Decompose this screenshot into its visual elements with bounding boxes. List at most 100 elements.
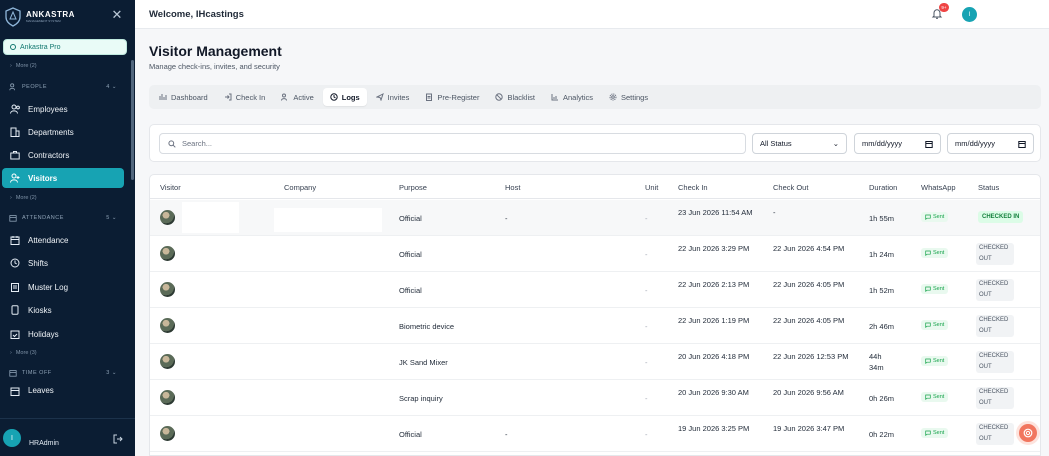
table-row[interactable]: Official - - 23 Jun 2026 11:54 AM - 1h 55m Sen… — [150, 200, 1040, 236]
table-row[interactable]: Biometric device - 22 Jun 2026 1:19 PM 22 J… — [150, 308, 1040, 344]
filter-bar: All Status ⌄ mm/dd/yyyy mm/dd/yyyy — [149, 124, 1041, 162]
tab-bar: Dashboard Check In Active Logs Invites P… — [149, 85, 1041, 109]
logout-icon[interactable] — [113, 434, 123, 444]
check-out-cell: 22 Jun 2026 4:05 PM — [773, 280, 845, 289]
section-time-off[interactable]: TIME OFF 3 ⌄ — [9, 369, 117, 377]
col-host[interactable]: Host — [505, 183, 520, 192]
table-row[interactable]: JK Sand Mixer - 20 Jun 2026 4:18 PM 22 Jun … — [150, 344, 1040, 380]
calendar-icon — [9, 370, 17, 377]
col-company[interactable]: Company — [284, 183, 316, 192]
date-to-input[interactable]: mm/dd/yyyy — [947, 133, 1034, 154]
table-row[interactable]: Official - 22 Jun 2026 3:29 PM 22 Jun 2026 … — [150, 236, 1040, 272]
table-row[interactable]: Official - 22 Jun 2026 2:13 PM 22 Jun 2026 … — [150, 272, 1040, 308]
clipboard-icon — [426, 93, 433, 101]
host-cell: - — [505, 214, 508, 223]
col-visitor[interactable]: Visitor — [160, 183, 181, 192]
search-box[interactable] — [159, 133, 746, 154]
chevron-right-icon: › — [10, 195, 12, 201]
sidebar-item-employees[interactable]: Employees — [2, 99, 124, 119]
chart-icon — [551, 94, 558, 101]
tab-active[interactable]: Active — [274, 88, 320, 106]
duration-cell: 0h 22m — [869, 430, 895, 439]
whatsapp-icon — [925, 358, 931, 364]
page-title: Visitor Management — [149, 43, 282, 59]
purpose-cell: Official — [399, 286, 422, 295]
date-from-input[interactable]: mm/dd/yyyy — [854, 133, 941, 154]
company-redacted — [274, 388, 382, 412]
tab-check-in[interactable]: Check In — [217, 88, 273, 106]
login-icon — [224, 93, 232, 101]
status-badge: CHECKED OUT — [976, 423, 1014, 445]
briefcase-icon — [10, 151, 20, 160]
whatsapp-badge: Sent — [921, 212, 949, 222]
chevron-right-icon: › — [10, 350, 12, 356]
more-people[interactable]: › More (2) — [10, 195, 37, 201]
unit-cell: - — [645, 358, 648, 367]
tab-settings[interactable]: Settings — [602, 88, 655, 106]
user-avatar[interactable]: I — [3, 429, 21, 447]
sidebar-item-holidays[interactable]: Holidays — [2, 324, 124, 344]
tab-blacklist[interactable]: Blacklist — [488, 88, 542, 106]
visitor-photo — [160, 390, 175, 405]
more-attendance[interactable]: › More (3) — [10, 350, 37, 356]
section-attendance[interactable]: ATTENDANCE 5 ⌄ — [9, 214, 117, 222]
check-in-cell: 23 Jun 2026 11:54 AM — [678, 208, 753, 217]
plan-badge[interactable]: Ankastra Pro — [3, 39, 127, 55]
sidebar-item-contractors[interactable]: Contractors — [2, 145, 124, 165]
top-user-menu[interactable] — [982, 7, 1034, 22]
sidebar-item-attendance[interactable]: Attendance — [2, 230, 124, 250]
status-badge: CHECKED OUT — [976, 243, 1014, 265]
search-input[interactable] — [182, 139, 722, 148]
col-check-in[interactable]: Check In — [678, 183, 708, 192]
sidebar-item-visitors[interactable]: Visitors — [2, 168, 124, 188]
sidebar-item-shifts[interactable]: Shifts — [2, 253, 124, 273]
visitor-logs-table: Visitor Company Purpose Host Unit Check … — [149, 174, 1041, 456]
col-duration[interactable]: Duration — [869, 183, 897, 192]
calendar-icon[interactable] — [1018, 140, 1026, 148]
col-whatsapp[interactable]: WhatsApp — [921, 183, 956, 192]
clock-icon — [330, 93, 338, 101]
sidebar-item-departments[interactable]: Departments — [2, 122, 124, 142]
unit-cell: - — [645, 430, 648, 439]
visitor-photo — [160, 318, 175, 333]
shield-logo-icon — [5, 7, 21, 27]
col-status[interactable]: Status — [978, 183, 999, 192]
status-select[interactable]: All Status ⌄ — [752, 133, 847, 154]
visitor-photo — [160, 210, 175, 225]
sidebar-item-leaves[interactable]: Leaves — [2, 386, 124, 398]
brand[interactable]: ANKASTRA MANAGEMENT SYSTEM — [4, 6, 75, 28]
user-name: HRAdmin — [29, 440, 59, 447]
close-icon[interactable]: ✕ — [111, 8, 123, 21]
top-avatar[interactable]: I — [962, 7, 977, 22]
check-out-cell: - — [773, 208, 776, 217]
duration-cell: 0h 26m — [869, 394, 895, 403]
sidebar-item-kiosks[interactable]: Kiosks — [2, 300, 124, 320]
plan-dot-icon — [10, 44, 16, 50]
table-row[interactable]: Official - - 19 Jun 2026 3:25 PM 19 Jun 2026… — [150, 416, 1040, 452]
company-redacted — [274, 208, 382, 232]
tab-invites[interactable]: Invites — [369, 88, 417, 106]
more-top[interactable]: › More (2) — [10, 63, 37, 69]
purpose-cell: Scrap inquiry — [399, 394, 443, 403]
tab-dashboard[interactable]: Dashboard — [152, 88, 215, 106]
tab-analytics[interactable]: Analytics — [544, 88, 600, 106]
section-people[interactable]: PEOPLE 4 ⌄ — [9, 83, 117, 91]
help-fab[interactable] — [1019, 424, 1037, 442]
col-check-out[interactable]: Check Out — [773, 183, 808, 192]
col-unit[interactable]: Unit — [645, 183, 658, 192]
check-out-cell: 19 Jun 2026 3:47 PM — [773, 424, 845, 433]
visitor-name-redacted — [182, 310, 239, 341]
duration-cell: 2h 46m — [869, 322, 895, 331]
sidebar-item-muster-log[interactable]: Muster Log — [2, 277, 124, 297]
table-row[interactable]: Scrap inquiry - 20 Jun 2026 9:30 AM 20 Jun … — [150, 380, 1040, 416]
col-purpose[interactable]: Purpose — [399, 183, 427, 192]
check-out-cell: 22 Jun 2026 4:54 PM — [773, 244, 845, 253]
calendar-icon[interactable] — [925, 140, 933, 148]
tab-pre-register[interactable]: Pre-Register — [418, 88, 486, 106]
tab-logs[interactable]: Logs — [322, 88, 367, 106]
visitor-photo — [160, 246, 175, 261]
user-plus-icon — [10, 173, 20, 183]
sidebar-scrollbar[interactable] — [131, 60, 134, 180]
whatsapp-icon — [925, 394, 931, 400]
users-icon — [10, 104, 20, 114]
